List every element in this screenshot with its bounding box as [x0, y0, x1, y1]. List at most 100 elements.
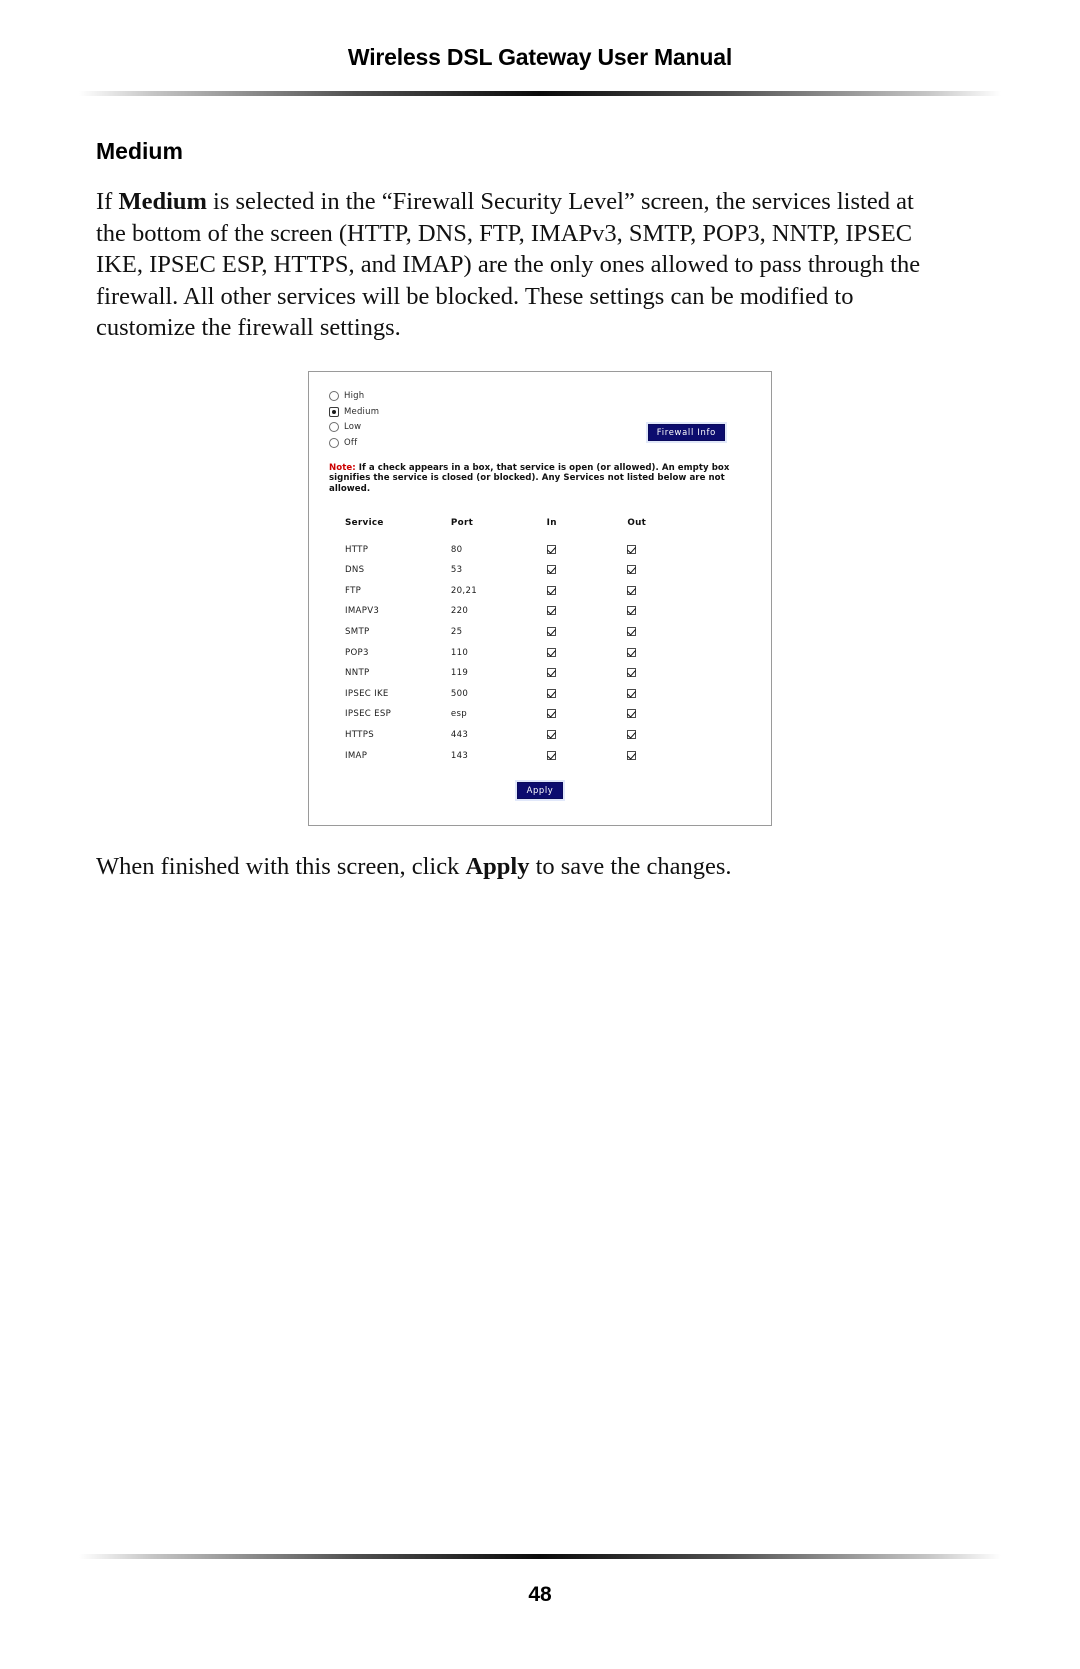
- table-row: IMAP 143: [345, 745, 685, 766]
- cell-in: [546, 725, 628, 746]
- checkbox-in-checked[interactable]: [546, 626, 556, 636]
- column-header-port: Port: [450, 518, 474, 529]
- checkbox-in-checked[interactable]: [546, 668, 556, 678]
- table-row: POP3 110: [345, 642, 685, 663]
- cell-service: NNTP: [345, 668, 370, 679]
- cell-service: FTP: [345, 585, 362, 596]
- cell-in: [546, 683, 628, 704]
- table-row: IPSEC ESP esp: [345, 704, 685, 725]
- cell-service: SMTP: [345, 626, 370, 637]
- paragraph-rest: is selected in the “Firewall Security Le…: [96, 188, 921, 341]
- cell-out: [627, 560, 685, 581]
- radio-label-low: Low: [344, 422, 362, 433]
- note-label: Note:: [329, 462, 356, 473]
- cell-port: 20,21: [450, 585, 477, 596]
- cell-port: 500: [450, 688, 469, 699]
- closing-lead: When finished with this screen, click: [96, 852, 466, 880]
- checkbox-out-checked[interactable]: [627, 668, 637, 678]
- cell-port: 143: [450, 750, 469, 761]
- radio-option-medium[interactable]: Medium: [329, 404, 751, 420]
- checkbox-out-checked[interactable]: [627, 647, 637, 657]
- checkbox-in-checked[interactable]: [546, 565, 556, 575]
- column-header-service: Service: [345, 518, 384, 529]
- radio-label-off: Off: [344, 437, 358, 448]
- cell-in: [546, 663, 628, 684]
- page-header: Wireless DSL Gateway User Manual: [0, 0, 1080, 96]
- cell-port: 80: [450, 544, 463, 555]
- checkbox-out-checked[interactable]: [627, 750, 637, 760]
- paragraph-lead: If: [96, 188, 119, 215]
- checkbox-in-checked[interactable]: [546, 647, 556, 657]
- checkbox-out-checked[interactable]: [627, 544, 637, 554]
- radio-icon-low[interactable]: [329, 422, 339, 433]
- cell-in: [546, 704, 628, 725]
- cell-service: IMAPV3: [345, 606, 380, 617]
- closing-bold-term: Apply: [465, 852, 530, 880]
- checkbox-out-checked[interactable]: [627, 729, 637, 739]
- checkbox-in-checked[interactable]: [546, 709, 556, 719]
- cell-out: [627, 580, 685, 601]
- checkbox-out-checked[interactable]: [627, 606, 637, 616]
- table-row: HTTP 80: [345, 539, 685, 560]
- cell-out: [627, 704, 685, 725]
- checkbox-out-checked[interactable]: [627, 585, 637, 595]
- radio-label-medium: Medium: [344, 406, 380, 417]
- radio-icon-off[interactable]: [329, 437, 339, 448]
- cell-out: [627, 663, 685, 684]
- checkbox-out-checked[interactable]: [627, 709, 637, 719]
- closing-rest: to save the changes.: [529, 852, 732, 880]
- cell-out: [627, 683, 685, 704]
- checkbox-in-checked[interactable]: [546, 688, 556, 698]
- firewall-settings-screenshot: High Medium Low Off Firewall Info Note: …: [308, 370, 772, 826]
- cell-service: IPSEC IKE: [345, 688, 389, 699]
- table-row: FTP 20,21: [345, 580, 685, 601]
- cell-in: [546, 560, 628, 581]
- firewall-info-button[interactable]: Firewall Info: [647, 423, 725, 441]
- checkbox-in-checked[interactable]: [546, 585, 556, 595]
- footer-divider: [79, 1554, 1001, 1559]
- cell-service: HTTPS: [345, 729, 374, 740]
- cell-in: [546, 580, 628, 601]
- cell-in: [546, 601, 628, 622]
- cell-in: [546, 622, 628, 643]
- paragraph-bold-term: Medium: [118, 188, 207, 215]
- radio-label-high: High: [344, 391, 365, 402]
- table-header-row: Service Port In Out: [345, 518, 685, 539]
- cell-out: [627, 725, 685, 746]
- cell-service: IMAP: [345, 750, 368, 761]
- cell-service: IPSEC ESP: [345, 709, 392, 720]
- apply-button[interactable]: Apply: [516, 781, 564, 799]
- radio-icon-high[interactable]: [329, 391, 339, 402]
- embedded-screenshot-wrapper: High Medium Low Off Firewall Info Note: …: [96, 370, 984, 826]
- checkbox-in-checked[interactable]: [546, 750, 556, 760]
- cell-port: 110: [450, 647, 469, 658]
- services-table-body: HTTP 80 DNS 53 FTP 20,21 IMAPV3 220 SMTP 25 POP3 11…: [345, 539, 685, 766]
- apply-button-row: Apply: [309, 781, 771, 799]
- table-row: SMTP 25: [345, 622, 685, 643]
- checkbox-out-checked[interactable]: [627, 565, 637, 575]
- cell-service: DNS: [345, 565, 365, 576]
- checkbox-out-checked[interactable]: [627, 688, 637, 698]
- cell-port: esp: [450, 709, 468, 720]
- note-text: If a check appears in a box, that servic…: [329, 462, 730, 494]
- checkbox-out-checked[interactable]: [627, 626, 637, 636]
- column-header-in: In: [546, 518, 557, 529]
- body-paragraph: If Medium is selected in the “Firewall S…: [96, 186, 926, 344]
- page-content: Medium If Medium is selected in the “Fir…: [0, 138, 1080, 882]
- security-level-radio-group[interactable]: High Medium Low Off: [329, 389, 751, 451]
- closing-paragraph: When finished with this screen, click Ap…: [96, 851, 984, 883]
- table-row: DNS 53: [345, 560, 685, 581]
- table-row: HTTPS 443: [345, 725, 685, 746]
- table-row: IMAPV3 220: [345, 601, 685, 622]
- radio-icon-medium-selected[interactable]: [329, 406, 339, 417]
- radio-option-high[interactable]: High: [329, 389, 751, 405]
- checkbox-in-checked[interactable]: [546, 729, 556, 739]
- cell-port: 119: [450, 668, 469, 679]
- cell-port: 220: [450, 606, 469, 617]
- cell-in: [546, 642, 628, 663]
- column-header-out: Out: [627, 518, 647, 529]
- checkbox-in-checked[interactable]: [546, 544, 556, 554]
- cell-port: 25: [450, 626, 463, 637]
- cell-out: [627, 642, 685, 663]
- checkbox-in-checked[interactable]: [546, 606, 556, 616]
